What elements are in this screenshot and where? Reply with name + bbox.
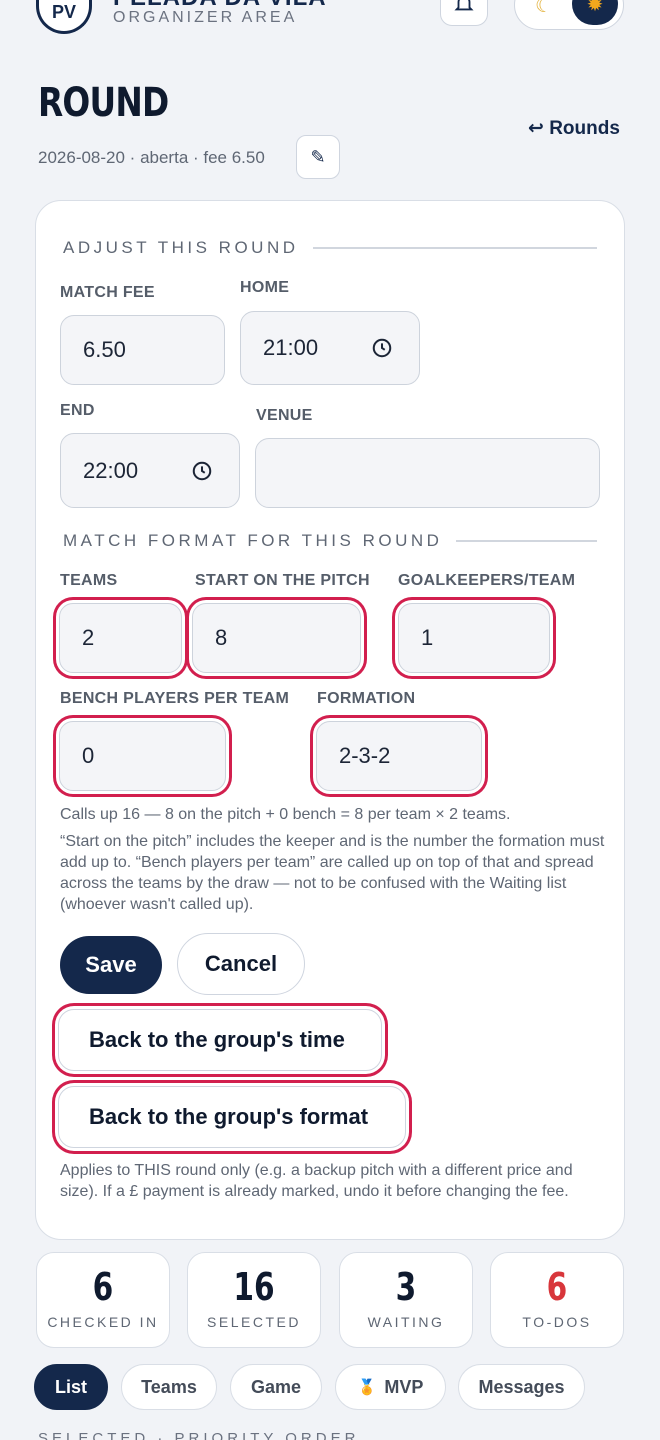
stat-label: SELECTED [207, 1314, 301, 1330]
match-fee-label: MATCH FEE [60, 284, 155, 301]
tab-mvp[interactable]: 🏅 MVP [335, 1364, 446, 1410]
group-logo: PV [36, 0, 92, 34]
stat-value: 6 [546, 1265, 568, 1309]
notifications-button[interactable] [440, 0, 488, 26]
stat-todos[interactable]: 6 TO-DOS [490, 1252, 624, 1348]
light-mode-button[interactable]: ✹ [572, 0, 618, 25]
goalkeepers-input[interactable]: 1 [398, 603, 550, 673]
formation-input[interactable]: 2-3-2 [316, 721, 482, 791]
clock-icon[interactable] [191, 460, 213, 482]
stat-value: 3 [395, 1265, 417, 1309]
stat-value: 16 [233, 1265, 275, 1309]
teams-label: TEAMS [60, 572, 118, 589]
tab-messages[interactable]: Messages [458, 1364, 585, 1410]
stat-label: WAITING [367, 1314, 445, 1330]
venue-input[interactable] [255, 438, 600, 508]
back-to-rounds-link[interactable]: ↩ Rounds [528, 117, 620, 140]
stat-waiting[interactable]: 3 WAITING [339, 1252, 473, 1348]
clock-icon[interactable] [371, 337, 393, 359]
reset-format-button[interactable]: Back to the group's format [58, 1086, 406, 1148]
home-time-label: HOME [240, 279, 290, 296]
format-section-title: MATCH FORMAT FOR THIS ROUND [63, 531, 597, 551]
end-time-input[interactable]: 22:00 [60, 433, 240, 508]
theme-toggle[interactable]: ☾ ✹ [514, 0, 624, 30]
save-button[interactable]: Save [60, 936, 162, 994]
format-explanation: “Start on the pitch” includes the keeper… [60, 833, 605, 913]
sun-icon: ✹ [586, 0, 604, 16]
pencil-icon: ✎ [310, 146, 326, 167]
formation-label: FORMATION [317, 690, 416, 707]
stat-checked-in[interactable]: 6 CHECKED IN [36, 1252, 170, 1348]
tab-game[interactable]: Game [230, 1364, 322, 1410]
tab-list[interactable]: List [34, 1364, 108, 1410]
bench-label: BENCH PLAYERS PER TEAM [60, 690, 290, 707]
selected-section-title: SELECTED · PRIORITY ORDER [38, 1430, 360, 1440]
venue-label: VENUE [256, 407, 313, 424]
end-time-label: END [60, 402, 95, 419]
callup-summary: Calls up 16 — 8 on the pitch + 0 bench =… [60, 806, 511, 823]
teams-input[interactable]: 2 [59, 603, 182, 673]
medal-icon: 🏅 [357, 1379, 377, 1396]
cancel-button[interactable]: Cancel [177, 933, 305, 995]
reset-time-button[interactable]: Back to the group's time [58, 1009, 382, 1071]
edit-round-button[interactable]: ✎ [296, 135, 340, 179]
adjust-section-title: ADJUST THIS ROUND [63, 238, 597, 258]
fee-change-note: Applies to THIS round only (e.g. a backu… [60, 1162, 573, 1200]
page-title: ROUND [38, 80, 169, 126]
bench-input[interactable]: 0 [59, 721, 226, 791]
stat-value: 6 [92, 1265, 114, 1309]
start-on-pitch-label: START ON THE PITCH [195, 572, 370, 589]
bell-icon [454, 0, 474, 11]
match-fee-input[interactable]: 6.50 [60, 315, 225, 385]
tab-mvp-label: MVP [384, 1376, 424, 1397]
goalkeepers-label: GOALKEEPERS/TEAM [398, 572, 576, 589]
tab-teams[interactable]: Teams [121, 1364, 217, 1410]
round-meta: 2026-08-20 · aberta · fee 6.50 [38, 148, 265, 167]
home-time-input[interactable]: 21:00 [240, 311, 420, 385]
start-on-pitch-input[interactable]: 8 [192, 603, 361, 673]
moon-icon[interactable]: ☾ [535, 0, 553, 18]
area-subtitle: ORGANIZER AREA [113, 9, 298, 26]
stat-selected[interactable]: 16 SELECTED [187, 1252, 321, 1348]
stat-label: CHECKED IN [47, 1314, 159, 1330]
stat-label: TO-DOS [522, 1314, 592, 1330]
